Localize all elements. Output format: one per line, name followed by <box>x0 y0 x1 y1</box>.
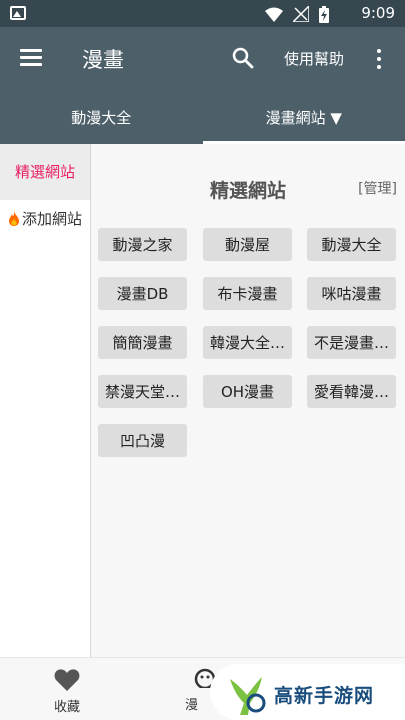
wifi-icon <box>265 7 283 22</box>
help-button[interactable]: 使用幫助 <box>284 48 344 69</box>
site-chip[interactable]: 禁漫天堂… <box>98 375 187 408</box>
site-chip[interactable]: 咪咕漫畫 <box>307 277 396 310</box>
nav-favorites[interactable]: 收藏 <box>40 668 94 715</box>
image-notification-icon <box>10 6 26 20</box>
manage-button[interactable]: [管理] <box>358 178 397 198</box>
sidebar-item-add-site[interactable]: 添加網站 <box>0 200 90 229</box>
site-chip[interactable]: 動漫之家 <box>98 228 187 261</box>
status-icons <box>265 5 329 23</box>
heart-icon <box>54 669 80 691</box>
tab-bar: 動漫大全 漫畫網站 ▼ <box>0 90 405 144</box>
hamburger-menu-icon[interactable] <box>20 47 44 67</box>
no-signal-icon <box>293 6 309 22</box>
nav-favorites-label: 收藏 <box>53 700 80 715</box>
app-title: 漫畫 <box>82 48 124 72</box>
status-bar: 9:09 <box>0 0 405 27</box>
app-bar: 漫畫 使用幫助 <box>0 27 405 90</box>
more-options-icon[interactable] <box>374 47 384 71</box>
fire-icon <box>8 211 19 226</box>
site-chip[interactable]: 漫畫DB <box>98 277 187 310</box>
featured-sites-panel: 精選網站 [管理] 動漫之家 動漫屋 動漫大全 漫畫DB 布卡漫畫 咪咕漫畫 簡… <box>91 144 405 657</box>
site-chip[interactable]: 愛看韓漫… <box>307 375 396 408</box>
tab-anime-list[interactable]: 動漫大全 <box>0 90 203 144</box>
site-chip[interactable]: 凹凸漫 <box>98 424 187 457</box>
clock: 9:09 <box>361 4 395 22</box>
site-chip[interactable]: 不是漫畫… <box>307 326 396 359</box>
site-chip[interactable]: OH漫畫 <box>203 375 292 408</box>
site-chip[interactable]: 布卡漫畫 <box>203 277 292 310</box>
site-chip[interactable]: 韓漫大全… <box>203 326 292 359</box>
search-icon[interactable] <box>232 47 254 69</box>
site-chip[interactable]: 動漫屋 <box>203 228 292 261</box>
sidebar-item-label: 添加網站 <box>21 210 82 228</box>
sidebar: 精選網站 添加網站 <box>0 144 91 657</box>
sidebar-item-featured-sites[interactable]: 精選網站 <box>0 144 90 200</box>
battery-charging-icon <box>319 5 329 23</box>
watermark: 高新手游网 <box>210 664 405 720</box>
site-chip[interactable]: 簡簡漫畫 <box>98 326 187 359</box>
tab-comic-sites[interactable]: 漫畫網站 ▼ <box>202 90 405 144</box>
site-chip[interactable]: 動漫大全 <box>307 228 396 261</box>
watermark-text: 高新手游网 <box>274 685 375 707</box>
gaoxin-logo-icon <box>230 677 266 715</box>
